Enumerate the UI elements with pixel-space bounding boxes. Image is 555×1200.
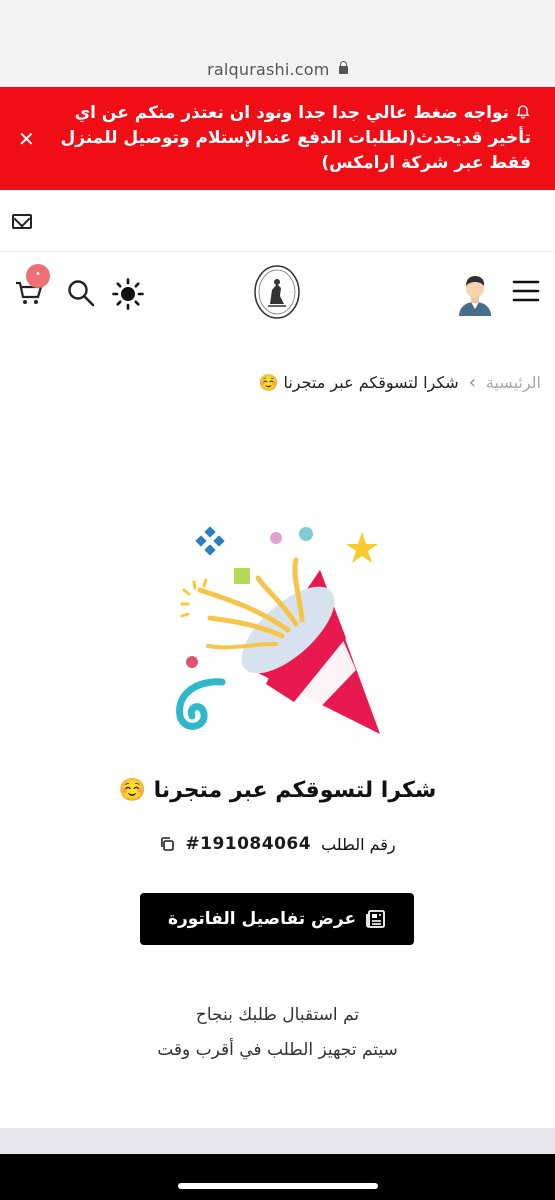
- logo: [254, 265, 300, 319]
- view-invoice-button[interactable]: عرض تفاصيل الفاتورة: [140, 893, 414, 945]
- order-info: رقم الطلب #191084064: [0, 834, 555, 854]
- account-button[interactable]: [455, 272, 495, 316]
- newspaper-icon: [366, 910, 385, 928]
- mail-icon[interactable]: [12, 214, 32, 229]
- bell-icon: [516, 105, 530, 119]
- page-title: شكرا لتسوقكم عبر متجرنا ☺️: [118, 778, 437, 803]
- view-invoice-label: عرض تفاصيل الفاتورة: [167, 909, 357, 929]
- preparation-message: سيتم تجهيز الطلب في أقرب وقت: [157, 1040, 398, 1060]
- store-logo[interactable]: [253, 264, 301, 320]
- chevron-icon: ›: [468, 372, 476, 393]
- close-icon[interactable]: ✕: [18, 127, 35, 151]
- menu-icon: [512, 280, 540, 302]
- breadcrumb-home-link[interactable]: الرئيسية: [486, 373, 541, 392]
- menu-button[interactable]: [512, 278, 540, 304]
- search-icon: [68, 280, 95, 307]
- system-bar: [0, 1154, 555, 1200]
- copy-icon[interactable]: [159, 836, 175, 852]
- contact-bar: [0, 190, 555, 252]
- site-header: •: [0, 252, 555, 332]
- party-popper-icon: [176, 526, 380, 734]
- browser-url-bar[interactable]: ralqurashi.com: [0, 0, 555, 87]
- breadcrumb-current: شكرا لتسوقكم عبر متجرنا ☺️: [258, 373, 459, 392]
- banner-message: نواجه ضغط عالي جدا جدا ونود ان نعتذر منك…: [60, 103, 531, 173]
- cart-badge: •: [26, 264, 50, 288]
- search-button[interactable]: [66, 278, 96, 308]
- order-number: #191084064: [185, 834, 312, 854]
- announcement-banner: نواجه ضغط عالي جدا جدا ونود ان نعتذر منك…: [0, 87, 555, 190]
- breadcrumb: الرئيسية › شكرا لتسوقكم عبر متجرنا ☺️: [258, 372, 541, 393]
- home-indicator[interactable]: [178, 1183, 378, 1189]
- avatar: [459, 276, 491, 316]
- theme-toggle[interactable]: [112, 278, 144, 310]
- lock-icon: [338, 61, 348, 74]
- order-number-label: رقم الطلب: [321, 834, 396, 854]
- url-text[interactable]: ralqurashi.com: [0, 60, 555, 79]
- sun-icon: [112, 278, 144, 310]
- success-message: تم استقبال طلبك بنجاح: [195, 1005, 360, 1025]
